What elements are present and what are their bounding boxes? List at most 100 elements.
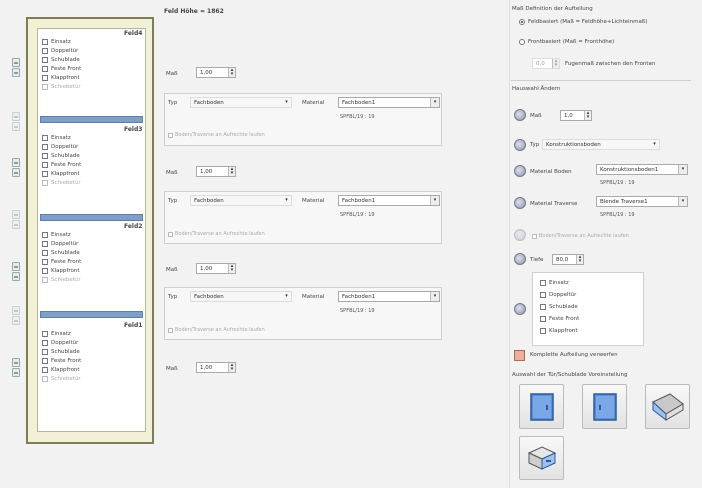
checkbox[interactable] [42, 358, 48, 364]
field-up-button[interactable] [12, 306, 20, 315]
field-up-button[interactable] [12, 112, 20, 121]
option-schublade[interactable]: Schublade [42, 349, 80, 355]
field-down-button[interactable] [12, 122, 20, 131]
mass-spinner[interactable]: 1,0 ▴ ▾ [560, 110, 592, 121]
checkbox[interactable] [42, 259, 48, 265]
radio-frontbasiert[interactable]: Frontbasiert (Maß = Fronthöhe) [519, 39, 614, 45]
gear-icon[interactable] [514, 197, 526, 209]
option-feste-front[interactable]: Feste Front [540, 316, 579, 322]
discard-label[interactable]: Komplette Aufteilung verwerfen [530, 352, 618, 358]
option-klappfront[interactable]: Klappfront [42, 367, 80, 373]
option-doppeltuer[interactable]: Doppeltür [42, 48, 78, 54]
option-feste-front[interactable]: Feste Front [42, 358, 81, 364]
option-klappfront[interactable]: Klappfront [42, 268, 80, 274]
option-klappfront[interactable]: Klappfront [540, 328, 578, 334]
checkbox[interactable] [42, 144, 48, 150]
checkbox[interactable] [42, 153, 48, 159]
door-left-button[interactable] [519, 384, 564, 429]
spinner-arrows-icon[interactable]: ▴ ▾ [228, 68, 235, 77]
field-up-button[interactable] [12, 210, 20, 219]
material-select[interactable]: Fachboden1 ▾ [338, 291, 440, 302]
field-down-button[interactable] [12, 220, 20, 229]
checkbox[interactable] [540, 280, 546, 286]
checkbox[interactable] [42, 340, 48, 346]
checkbox[interactable] [42, 268, 48, 274]
gear-icon[interactable] [514, 303, 526, 315]
checkbox[interactable] [42, 57, 48, 63]
option-einsatz[interactable]: Einsatz [42, 39, 71, 45]
shelf-divider[interactable] [40, 311, 143, 318]
checkbox[interactable] [42, 250, 48, 256]
mass-spinner[interactable]: 1,00 ▴ ▾ [196, 166, 236, 177]
option-schublade[interactable]: Schublade [42, 250, 80, 256]
checkbox[interactable] [42, 66, 48, 72]
option-schublade[interactable]: Schublade [540, 304, 578, 310]
field-up-button[interactable] [12, 58, 20, 67]
typ-select[interactable]: Fachboden ▾ [190, 195, 292, 206]
option-schublade[interactable]: Schublade [42, 57, 80, 63]
gear-icon[interactable] [514, 109, 526, 121]
option-feste-front[interactable]: Feste Front [42, 162, 81, 168]
checkbox[interactable] [42, 367, 48, 373]
typ-select[interactable]: Konstruktionsboden ▾ [542, 139, 660, 150]
material-select[interactable]: Fachboden1 ▾ [338, 97, 440, 108]
checkbox[interactable] [540, 292, 546, 298]
checkbox[interactable] [42, 162, 48, 168]
option-einsatz[interactable]: Einsatz [42, 331, 71, 337]
option-doppeltuer[interactable]: Doppeltür [42, 144, 78, 150]
spinner-arrows-icon[interactable]: ▴ ▾ [228, 363, 235, 372]
field-up-button[interactable] [12, 262, 20, 271]
checkbox[interactable] [42, 48, 48, 54]
field-down-button[interactable] [12, 368, 20, 377]
option-einsatz[interactable]: Einsatz [42, 135, 71, 141]
flap-button[interactable] [645, 384, 690, 429]
checkbox[interactable] [540, 316, 546, 322]
checkbox[interactable] [42, 349, 48, 355]
spinner-arrows-icon[interactable]: ▴ ▾ [576, 255, 583, 264]
material-select[interactable]: Fachboden1 ▾ [338, 195, 440, 206]
checkbox[interactable] [42, 39, 48, 45]
field-down-button[interactable] [12, 68, 20, 77]
field-down-button[interactable] [12, 168, 20, 177]
field-up-button[interactable] [12, 158, 20, 167]
option-einsatz[interactable]: Einsatz [540, 280, 569, 286]
typ-select[interactable]: Fachboden ▾ [190, 291, 292, 302]
discard-icon[interactable] [514, 350, 525, 361]
option-einsatz[interactable]: Einsatz [42, 232, 71, 238]
option-feste-front[interactable]: Feste Front [42, 259, 81, 265]
tiefe-spinner[interactable]: 80,0 ▴ ▾ [552, 254, 584, 265]
gear-icon[interactable] [514, 165, 526, 177]
spinner-arrows-icon[interactable]: ▴ ▾ [228, 167, 235, 176]
mass-spinner[interactable]: 1,00 ▴ ▾ [196, 67, 236, 78]
radio-feldbasiert[interactable]: Feldbasiert (Maß = Feldhöhe+Lichteinmaß) [519, 19, 648, 25]
checkbox[interactable] [42, 171, 48, 177]
field-down-button[interactable] [12, 272, 20, 281]
material-traverse-select[interactable]: Blende Traverse1 ▾ [596, 196, 688, 207]
option-schublade[interactable]: Schublade [42, 153, 80, 159]
radio-button[interactable] [519, 19, 525, 25]
option-doppeltuer[interactable]: Doppeltür [540, 292, 576, 298]
radio-button[interactable] [519, 39, 525, 45]
mass-spinner[interactable]: 1,00 ▴ ▾ [196, 263, 236, 274]
shelf-divider[interactable] [40, 116, 143, 123]
shelf-divider[interactable] [40, 214, 143, 221]
option-doppeltuer[interactable]: Doppeltür [42, 340, 78, 346]
field-up-button[interactable] [12, 358, 20, 367]
gear-icon[interactable] [514, 253, 526, 265]
field-down-button[interactable] [12, 316, 20, 325]
gear-icon[interactable] [514, 139, 526, 151]
checkbox[interactable] [42, 241, 48, 247]
checkbox[interactable] [42, 75, 48, 81]
material-boden-select[interactable]: Konstruktionsboden1 ▾ [596, 164, 688, 175]
option-klappfront[interactable]: Klappfront [42, 75, 80, 81]
checkbox[interactable] [540, 304, 546, 310]
typ-select[interactable]: Fachboden ▾ [190, 97, 292, 108]
option-feste-front[interactable]: Feste Front [42, 66, 81, 72]
spinner-arrows-icon[interactable]: ▴ ▾ [584, 111, 591, 120]
drawer-button[interactable] [519, 436, 564, 480]
option-klappfront[interactable]: Klappfront [42, 171, 80, 177]
checkbox[interactable] [42, 232, 48, 238]
spinner-arrows-icon[interactable]: ▴ ▾ [228, 264, 235, 273]
checkbox[interactable] [540, 328, 546, 334]
mass-spinner[interactable]: 1,00 ▴ ▾ [196, 362, 236, 373]
